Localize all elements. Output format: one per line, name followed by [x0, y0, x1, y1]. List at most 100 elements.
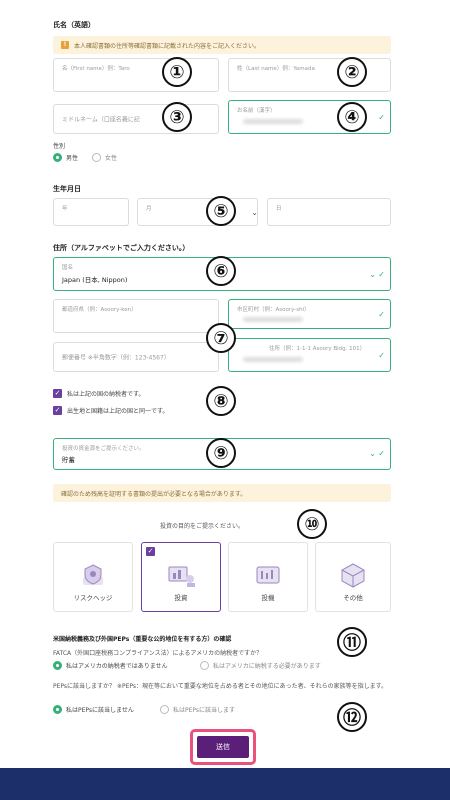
birth-year-label: 年: [62, 206, 68, 212]
street-placeholder: 住所（例：1-1-1 Asoory Bldg. 101）: [269, 346, 366, 352]
fatca-no-radio[interactable]: 私はアメリカの納税者ではありません: [53, 661, 168, 670]
valid-check-icon: ✓: [378, 270, 385, 279]
birth-year-field[interactable]: 年: [53, 198, 129, 226]
name-notice-text: 本人確認書類の住所等確認書類に記載された内容をご記入ください。: [74, 42, 261, 50]
city-placeholder: 市区町村（例：Asoory-shi）: [237, 307, 310, 313]
purpose-card-label: 投機: [261, 594, 275, 602]
middle-name-field[interactable]: ミドルネーム（口座名義に記: [53, 104, 219, 134]
radio-unselected-icon: [200, 661, 209, 670]
purpose-card-investment[interactable]: ✓ 投資: [141, 542, 221, 612]
risk-hedge-icon: [83, 564, 103, 585]
valid-check-icon: ✓: [378, 351, 385, 360]
funds-notice: 確認のため残高を証明する書類の提出が必要となる場合があります。: [53, 484, 391, 502]
step-badge-3: ③: [162, 102, 192, 132]
step-badge-6: ⑥: [206, 256, 236, 286]
prefecture-field[interactable]: 都道府県（例：Asoory-ken）: [53, 299, 219, 333]
speculation-icon: [256, 566, 280, 584]
purpose-label: 投資の目的をご提示ください。: [160, 523, 245, 530]
chevron-down-icon: ⌄: [369, 270, 376, 279]
funds-source-value: 貯蓄: [62, 456, 75, 464]
chevron-down-icon: ⌄: [251, 208, 258, 217]
first-name-placeholder: 名（First name）例：Taro: [62, 66, 130, 72]
peps-question: PEPsに該当しますか？ ※PEPs：現在等において重要な地位を占める者とその地…: [53, 683, 388, 690]
country-value: Japan (日本, Nippon): [62, 276, 128, 284]
valid-check-icon: ✓: [378, 310, 385, 319]
investment-icon: [168, 566, 195, 587]
birthdate-title: 生年月日: [53, 185, 81, 193]
fatca-yes-radio[interactable]: 私はアメリカに納税する必要があります: [200, 661, 321, 670]
step-badge-11: ⑪: [337, 627, 367, 657]
purpose-card-speculation[interactable]: 投機: [228, 542, 308, 612]
birthplace-checkbox[interactable]: ✓ 出生地と国籍は上記の国と同一です。: [53, 406, 168, 415]
address-title: 住所（アルファベットでご入力ください。）: [53, 244, 190, 252]
tax-resident-checkbox[interactable]: ✓ 私は上記の国の納税者です。: [53, 389, 144, 398]
valid-check-icon: ✓: [378, 113, 385, 122]
postal-code-placeholder: 郵便番号 ※半角数字（例：123-4567）: [62, 354, 170, 362]
birthplace-label: 出生地と国籍は上記の国と同一です。: [67, 408, 169, 415]
chevron-down-icon: ⌄: [369, 449, 376, 458]
birth-month-select[interactable]: 月 ⌄: [137, 198, 258, 226]
purpose-card-risk-hedge[interactable]: リスクヘッジ: [53, 542, 133, 612]
peps-no-label: 私はPEPsに該当しません: [66, 707, 134, 714]
fatca-no-label: 私はアメリカの納税者ではありません: [66, 663, 168, 670]
purpose-card-label: 投資: [174, 594, 188, 602]
name-section-title: 氏名（英語）: [53, 21, 95, 29]
kanji-name-value-blurred: [243, 119, 303, 124]
tax-resident-label: 私は上記の国の納税者です。: [67, 391, 145, 398]
radio-selected-icon: [53, 661, 62, 670]
radio-selected-icon: [53, 153, 62, 162]
city-value-blurred: [243, 317, 303, 322]
gender-label: 性別: [53, 143, 66, 150]
last-name-placeholder: 姓（Last name）例：Yamada: [237, 66, 315, 72]
other-icon: [341, 563, 365, 588]
radio-selected-icon: [53, 705, 62, 714]
step-badge-9: ⑨: [206, 438, 236, 468]
step-badge-12: ⑫: [337, 702, 367, 732]
step-badge-2: ②: [337, 57, 367, 87]
funds-source-label: 投資の資金源をご提示ください。: [62, 446, 145, 452]
checkbox-checked-icon: ✓: [53, 389, 62, 398]
fatca-question: FATCA（外国口座税務コンプライアンス法）によるアメリカの納税者ですか？: [53, 650, 263, 657]
fatca-title: 米国納税義務及び外国PEPs（重要な公的地位を有する方）の確認: [53, 636, 232, 643]
city-field[interactable]: 市区町村（例：Asoory-shi） ✓: [228, 299, 391, 329]
footer-bar: [0, 768, 450, 800]
checkbox-checked-icon: ✓: [53, 406, 62, 415]
step-badge-7: ⑦: [206, 323, 236, 353]
birth-day-label: 日: [276, 206, 282, 212]
purpose-card-label: その他: [343, 594, 363, 602]
fatca-yes-label: 私はアメリカに納税する必要があります: [213, 663, 321, 670]
purpose-card-other[interactable]: その他: [315, 542, 391, 612]
gender-female-radio[interactable]: 女性: [92, 153, 117, 162]
postal-code-field[interactable]: 郵便番号 ※半角数字（例：123-4567）: [53, 342, 219, 372]
peps-yes-label: 私はPEPsに該当します: [173, 707, 236, 714]
card-selected-check-icon: ✓: [146, 547, 155, 556]
street-value-blurred: [243, 357, 303, 362]
first-name-field[interactable]: 名（First name）例：Taro: [53, 58, 219, 92]
birth-month-label: 月: [146, 206, 152, 212]
step-badge-1: ①: [162, 57, 192, 87]
country-label: 国名: [62, 265, 74, 271]
step-badge-4: ④: [337, 102, 367, 132]
name-notice: ! 本人確認書類の住所等確認書類に記載された内容をご記入ください。: [53, 36, 391, 54]
kanji-name-label: お名前（漢字）: [237, 108, 276, 114]
gender-male-label: 男性: [66, 155, 79, 162]
warning-icon: !: [61, 41, 69, 49]
radio-unselected-icon: [92, 153, 101, 162]
valid-check-icon: ✓: [378, 449, 385, 458]
step-badge-10: ⑩: [297, 509, 327, 539]
gender-female-label: 女性: [105, 155, 118, 162]
prefecture-placeholder: 都道府県（例：Asoory-ken）: [62, 307, 137, 313]
peps-yes-radio[interactable]: 私はPEPsに該当します: [160, 705, 235, 714]
step-badge-5: ⑤: [206, 196, 236, 226]
gender-male-radio[interactable]: 男性: [53, 153, 78, 162]
submit-highlight: 送信: [190, 729, 256, 765]
purpose-card-label: リスクヘッジ: [73, 594, 113, 602]
funds-notice-text: 確認のため残高を証明する書類の提出が必要となる場合があります。: [61, 490, 247, 498]
middle-name-placeholder: ミドルネーム（口座名義に記: [62, 116, 140, 124]
step-badge-8: ⑧: [206, 386, 236, 416]
radio-unselected-icon: [160, 705, 169, 714]
submit-button[interactable]: 送信: [197, 736, 249, 758]
street-field[interactable]: 住所（例：1-1-1 Asoory Bldg. 101） ✓: [228, 338, 391, 372]
birth-day-field[interactable]: 日: [267, 198, 391, 226]
peps-no-radio[interactable]: 私はPEPsに該当しません: [53, 705, 134, 714]
